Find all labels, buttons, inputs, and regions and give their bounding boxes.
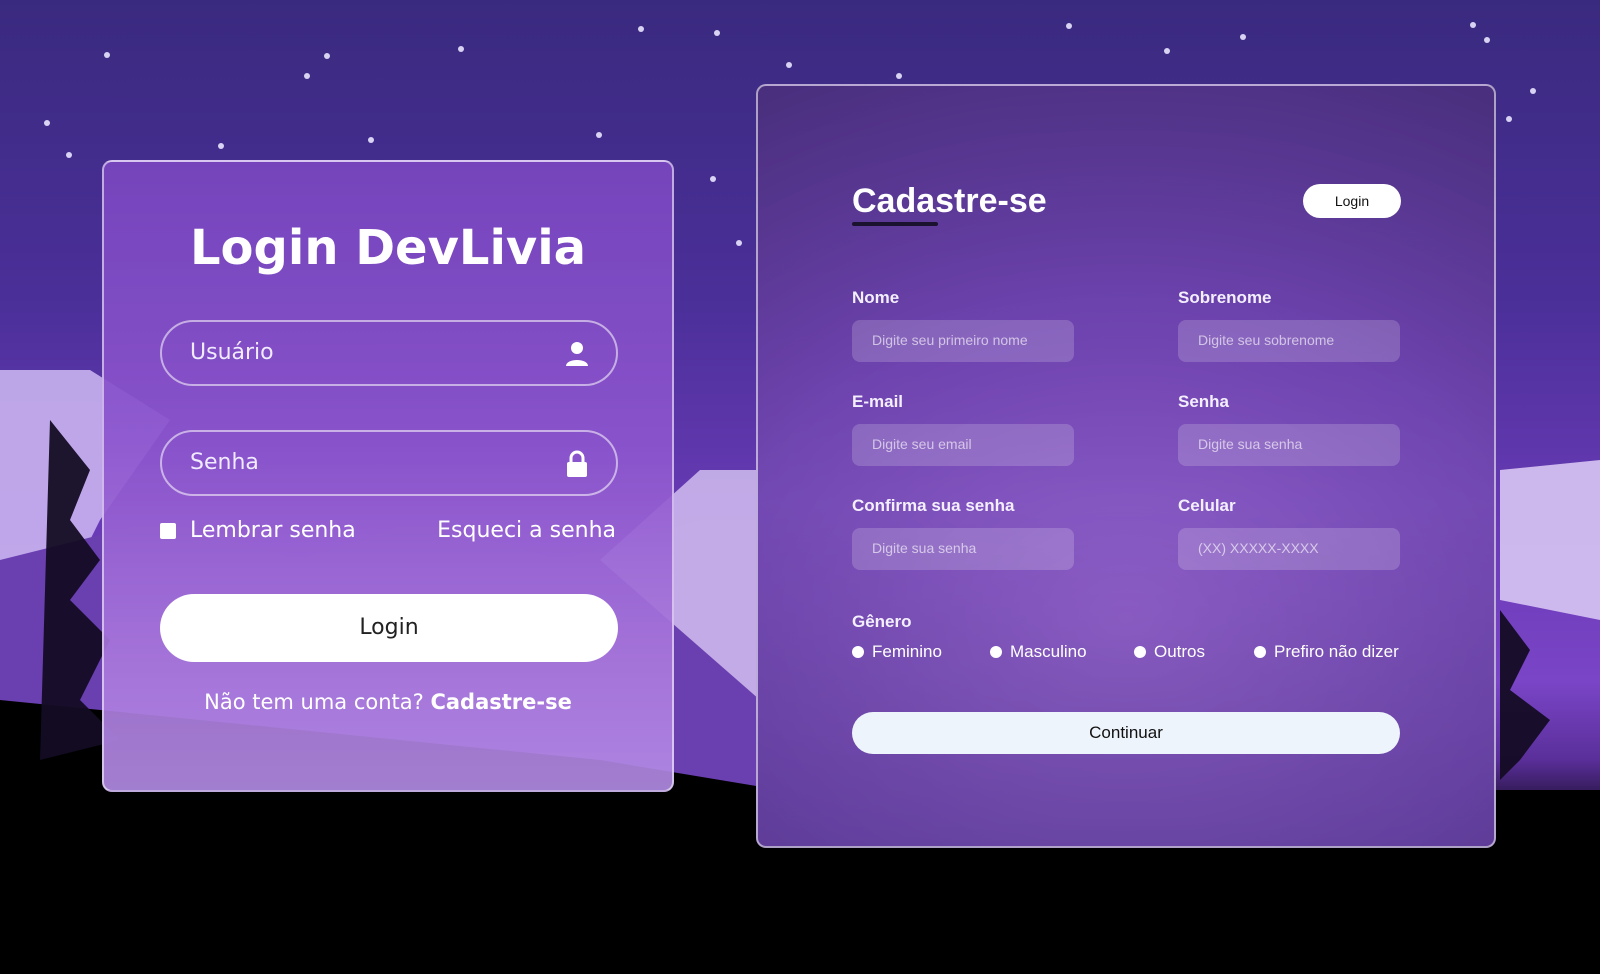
nome-input[interactable]: Digite seu primeiro nome xyxy=(852,320,1074,362)
email-label: E-mail xyxy=(852,392,904,411)
confirma-input[interactable]: Digite sua senha xyxy=(852,528,1074,570)
no-account-row: Não tem uma conta? Cadastre-se xyxy=(104,690,672,714)
gender-label: Outros xyxy=(1154,642,1206,661)
signup-login-button[interactable]: Login xyxy=(1303,184,1401,218)
remember-label: Lembrar senha xyxy=(190,518,356,543)
field-confirma-senha: Confirma sua senha Digite sua senha xyxy=(852,496,1074,570)
senha-placeholder: Digite sua senha xyxy=(1198,436,1303,452)
radio-dot[interactable] xyxy=(990,646,1002,658)
field-senha: Senha Digite sua senha xyxy=(1178,392,1400,466)
field-sobrenome: Sobrenome Digite seu sobrenome xyxy=(1178,288,1400,362)
sobrenome-placeholder: Digite seu sobrenome xyxy=(1198,332,1335,348)
email-placeholder: Digite seu email xyxy=(872,436,972,452)
nome-placeholder: Digite seu primeiro nome xyxy=(872,332,1028,348)
celular-input[interactable]: (XX) XXXXX-XXXX xyxy=(1178,528,1400,570)
gender-title: Gênero xyxy=(852,612,912,631)
password-placeholder: Senha xyxy=(190,450,259,475)
senha-label: Senha xyxy=(1178,392,1230,411)
username-placeholder: Usuário xyxy=(190,340,274,365)
confirma-label: Confirma sua senha xyxy=(852,496,1015,515)
gender-option-feminino[interactable]: Feminino xyxy=(852,642,942,662)
gender-label: Feminino xyxy=(872,642,942,661)
user-icon xyxy=(566,342,588,366)
field-celular: Celular (XX) XXXXX-XXXX xyxy=(1178,496,1400,570)
lock-icon xyxy=(567,450,587,477)
gender-label: Masculino xyxy=(1010,642,1087,661)
gender-option-prefiro-nao-dizer[interactable]: Prefiro não dizer xyxy=(1254,642,1399,662)
celular-label: Celular xyxy=(1178,496,1236,515)
username-input[interactable]: Usuário xyxy=(160,320,618,386)
senha-input[interactable]: Digite sua senha xyxy=(1178,424,1400,466)
title-underline xyxy=(852,222,938,226)
signup-link[interactable]: Cadastre-se xyxy=(430,690,571,714)
password-input[interactable]: Senha xyxy=(160,430,618,496)
email-input[interactable]: Digite seu email xyxy=(852,424,1074,466)
remember-password[interactable]: Lembrar senha xyxy=(160,518,356,543)
sobrenome-label: Sobrenome xyxy=(1178,288,1272,307)
radio-dot[interactable] xyxy=(1134,646,1146,658)
radio-dot[interactable] xyxy=(1254,646,1266,658)
login-card: Login DevLivia Usuário Senha Lembrar sen… xyxy=(102,160,674,792)
no-account-text: Não tem uma conta? xyxy=(204,690,424,714)
login-button[interactable]: Login xyxy=(160,594,618,662)
sobrenome-input[interactable]: Digite seu sobrenome xyxy=(1178,320,1400,362)
login-title: Login DevLivia xyxy=(189,220,587,276)
field-email: E-mail Digite seu email xyxy=(852,392,1074,466)
confirma-placeholder: Digite sua senha xyxy=(872,540,977,556)
gender-label: Prefiro não dizer xyxy=(1274,642,1399,661)
forgot-password-link[interactable]: Esqueci a senha xyxy=(437,518,616,543)
gender-option-outros[interactable]: Outros xyxy=(1134,642,1205,662)
signup-card: Cadastre-se Login Nome Digite seu primei… xyxy=(756,84,1496,848)
gender-option-masculino[interactable]: Masculino xyxy=(990,642,1087,662)
radio-dot[interactable] xyxy=(852,646,864,658)
remember-checkbox[interactable] xyxy=(160,522,176,539)
nome-label: Nome xyxy=(852,288,900,307)
celular-placeholder: (XX) XXXXX-XXXX xyxy=(1198,540,1319,556)
signup-title: Cadastre-se xyxy=(852,182,1047,220)
continue-button[interactable]: Continuar xyxy=(852,712,1400,754)
field-nome: Nome Digite seu primeiro nome xyxy=(852,288,1074,362)
